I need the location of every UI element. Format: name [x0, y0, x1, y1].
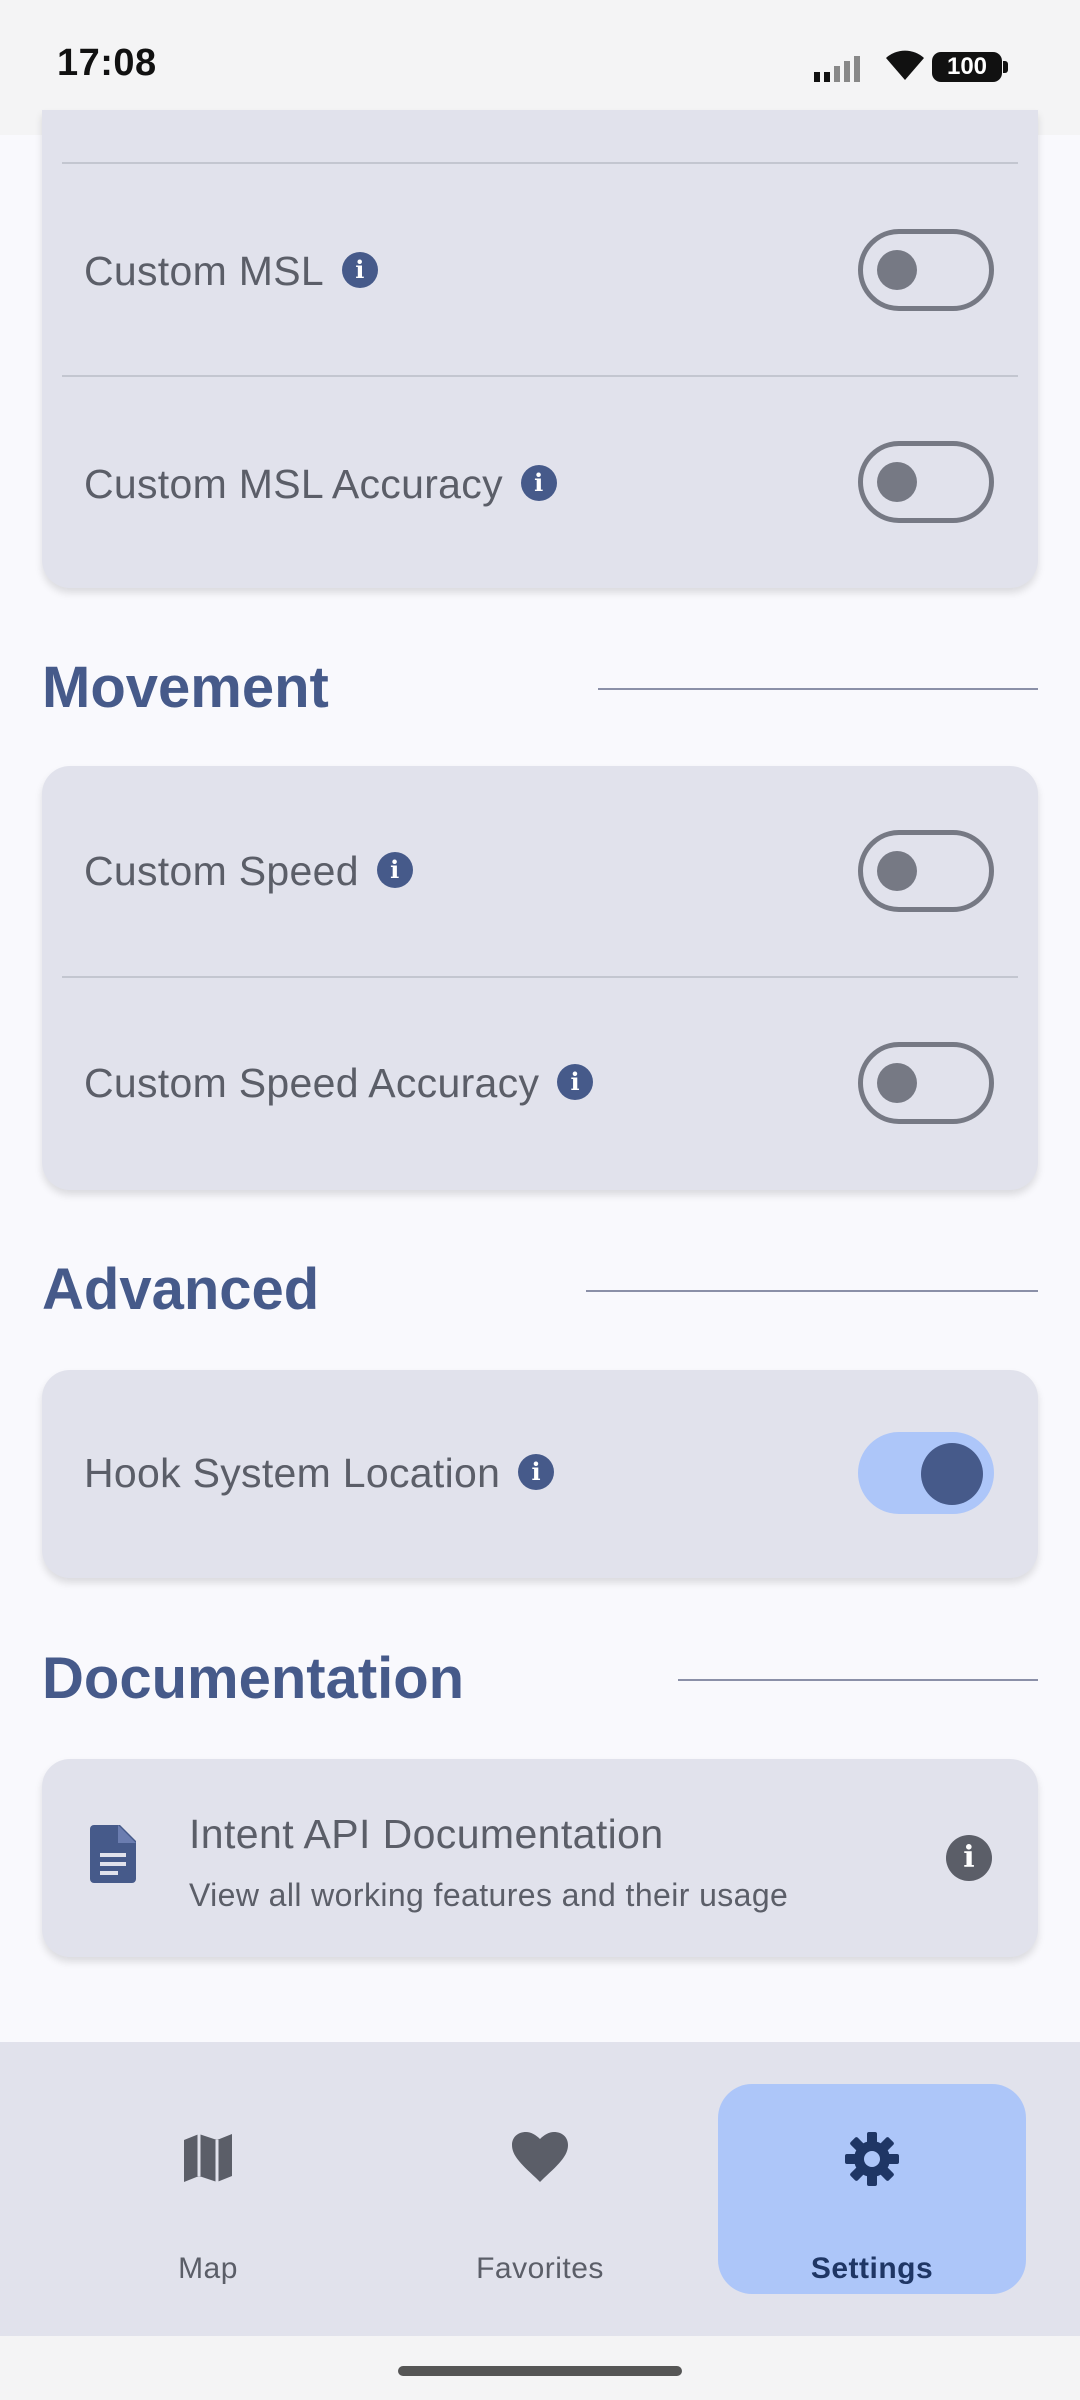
intent-api-documentation-card[interactable]: Intent API Documentation View all workin… — [42, 1759, 1038, 1957]
setting-row-custom-speed-accuracy[interactable]: Custom Speed Accuracy i — [42, 978, 1038, 1190]
setting-label: Custom Speed — [84, 848, 359, 894]
info-icon[interactable]: i — [520, 465, 557, 502]
switch-knob — [877, 1063, 917, 1103]
section-title-documentation: Documentation — [42, 1646, 465, 1711]
bottom-navigation: Map Favorites Settings — [0, 2042, 1080, 2336]
switch-knob — [921, 1443, 983, 1505]
documentation-title: Intent API Documentation — [189, 1811, 664, 1857]
switch-knob — [877, 851, 917, 891]
wifi-icon — [886, 50, 924, 80]
info-icon[interactable]: i — [518, 1454, 555, 1491]
info-icon[interactable]: i — [557, 1064, 594, 1101]
nav-item-settings[interactable]: Settings — [718, 2084, 1026, 2294]
section-title-movement: Movement — [42, 655, 329, 720]
info-icon[interactable]: i — [946, 1835, 992, 1881]
status-time: 17:08 — [57, 42, 157, 84]
section-divider — [678, 1679, 1038, 1681]
documentation-subtitle: View all working features and their usag… — [189, 1877, 789, 1913]
custom-msl-switch[interactable] — [858, 229, 994, 311]
setting-row-custom-msl[interactable]: Custom MSL i — [42, 164, 1038, 376]
setting-label: Hook System Location — [84, 1450, 501, 1496]
nav-item-favorites[interactable]: Favorites — [386, 2084, 694, 2294]
document-icon — [90, 1825, 136, 1883]
setting-label: Custom Speed Accuracy — [84, 1060, 540, 1106]
setting-row-custom-msl-accuracy[interactable]: Custom MSL Accuracy i — [42, 377, 1038, 588]
nav-label: Settings — [810, 2252, 934, 2285]
gear-icon — [845, 2132, 899, 2186]
setting-row-hook-system-location[interactable]: Hook System Location i — [42, 1370, 1038, 1578]
setting-label: Custom MSL Accuracy — [84, 461, 503, 507]
cellular-signal-icon — [814, 56, 860, 82]
section-divider — [586, 1290, 1038, 1292]
nav-label: Map — [178, 2252, 238, 2285]
nav-item-map[interactable]: Map — [54, 2084, 362, 2294]
battery-icon: 100 — [932, 52, 1008, 82]
section-divider — [598, 688, 1038, 690]
nav-label: Favorites — [476, 2252, 604, 2285]
location-card: Custom MSL i Custom MSL Accuracy i — [42, 110, 1038, 588]
gesture-area — [0, 2336, 1080, 2400]
setting-row-custom-speed[interactable]: Custom Speed i — [42, 766, 1038, 976]
home-gesture-bar[interactable] — [398, 2366, 682, 2376]
info-icon[interactable]: i — [341, 252, 378, 289]
setting-label: Custom MSL — [84, 248, 324, 294]
custom-speed-accuracy-switch[interactable] — [858, 1042, 994, 1124]
info-icon[interactable]: i — [376, 852, 413, 889]
custom-speed-switch[interactable] — [858, 830, 994, 912]
hook-system-location-switch[interactable] — [858, 1432, 994, 1514]
custom-msl-accuracy-switch[interactable] — [858, 441, 994, 523]
movement-card: Custom Speed i Custom Speed Accuracy i — [42, 766, 1038, 1190]
switch-knob — [877, 250, 917, 290]
switch-knob — [877, 462, 917, 502]
section-title-advanced: Advanced — [42, 1257, 320, 1322]
heart-icon — [512, 2132, 568, 2182]
map-icon — [184, 2134, 232, 2182]
advanced-card: Hook System Location i — [42, 1370, 1038, 1578]
